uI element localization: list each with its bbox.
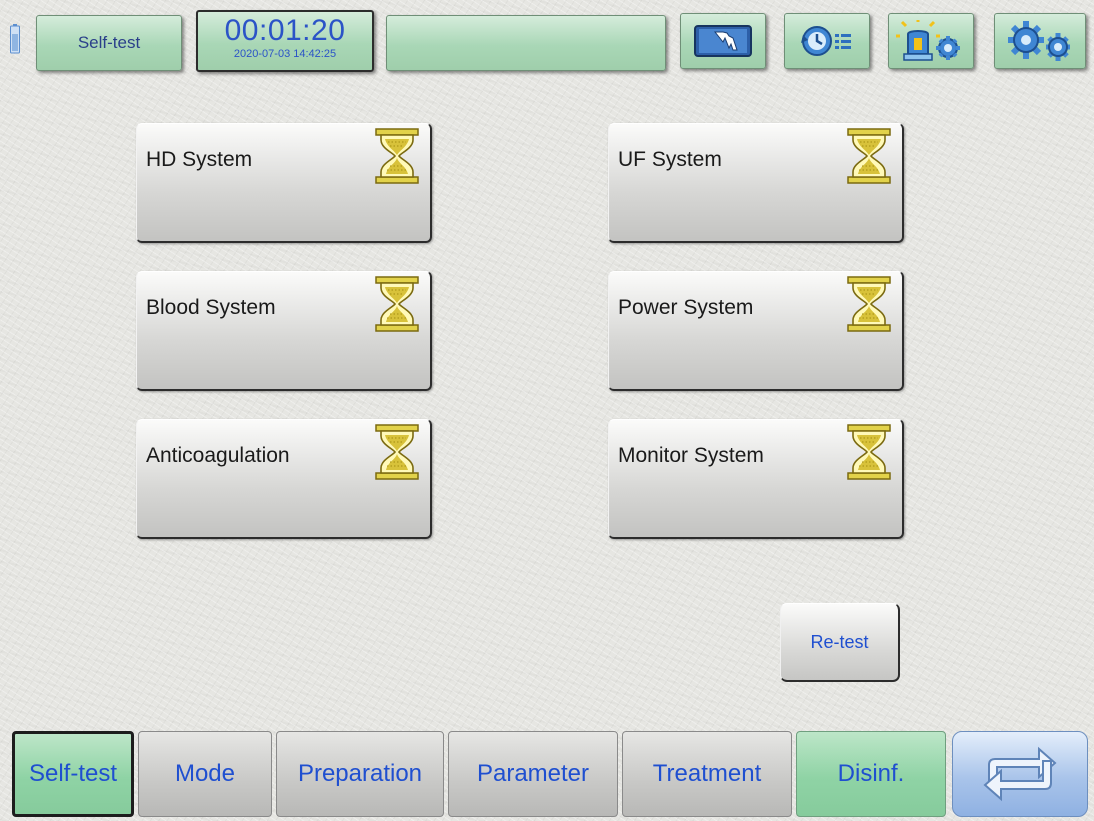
history-log-button[interactable] bbox=[784, 13, 870, 69]
hourglass-icon bbox=[846, 276, 892, 332]
nav-preparation[interactable]: Preparation bbox=[276, 731, 444, 817]
test-anticoagulation[interactable]: Anticoagulation bbox=[136, 419, 432, 539]
touch-lock-button[interactable] bbox=[680, 13, 766, 69]
test-label: UF System bbox=[618, 148, 722, 171]
nav-treatment[interactable]: Treatment bbox=[622, 731, 792, 817]
hourglass-icon bbox=[846, 128, 892, 184]
test-monitor-system[interactable]: Monitor System bbox=[608, 419, 904, 539]
test-uf-system[interactable]: UF System bbox=[608, 123, 904, 243]
nav-disinfection[interactable]: Disinf. bbox=[796, 731, 946, 817]
test-label: Power System bbox=[618, 296, 754, 319]
test-label: Anticoagulation bbox=[146, 444, 290, 467]
current-datetime: 2020-07-03 14:42:25 bbox=[233, 48, 337, 60]
retest-button[interactable]: Re-test bbox=[780, 603, 900, 682]
hourglass-icon bbox=[846, 424, 892, 480]
hourglass-icon bbox=[374, 276, 420, 332]
lamp-settings-icon bbox=[896, 20, 960, 61]
screen-title: Self-test bbox=[77, 33, 141, 52]
test-blood-system[interactable]: Blood System bbox=[136, 271, 432, 391]
battery-icon bbox=[10, 24, 20, 54]
clock-display: 00:01:20 2020-07-03 14:42:25 bbox=[196, 10, 374, 72]
nav-parameter[interactable]: Parameter bbox=[448, 731, 618, 817]
system-settings-button[interactable] bbox=[994, 13, 1086, 69]
test-label: Monitor System bbox=[618, 444, 764, 467]
hourglass-icon bbox=[374, 424, 420, 480]
gears-icon bbox=[1008, 21, 1070, 61]
switch-mode-button[interactable] bbox=[952, 731, 1088, 817]
test-hd-system[interactable]: HD System bbox=[136, 123, 432, 243]
elapsed-timer: 00:01:20 bbox=[224, 14, 346, 47]
screen-title-box: Self-test bbox=[36, 15, 182, 71]
nav-mode[interactable]: Mode bbox=[138, 731, 272, 817]
test-label: HD System bbox=[146, 148, 253, 171]
test-power-system[interactable]: Power System bbox=[608, 271, 904, 391]
hand-touch-icon bbox=[694, 25, 752, 57]
nav-self-test[interactable]: Self-test bbox=[12, 731, 134, 817]
test-label: Blood System bbox=[146, 296, 276, 319]
history-list-icon bbox=[801, 26, 851, 56]
retest-label: Re-test bbox=[810, 631, 869, 652]
switch-arrows-icon bbox=[983, 746, 1057, 802]
message-bar bbox=[386, 15, 666, 71]
lamp-settings-button[interactable] bbox=[888, 13, 974, 69]
hourglass-icon bbox=[374, 128, 420, 184]
